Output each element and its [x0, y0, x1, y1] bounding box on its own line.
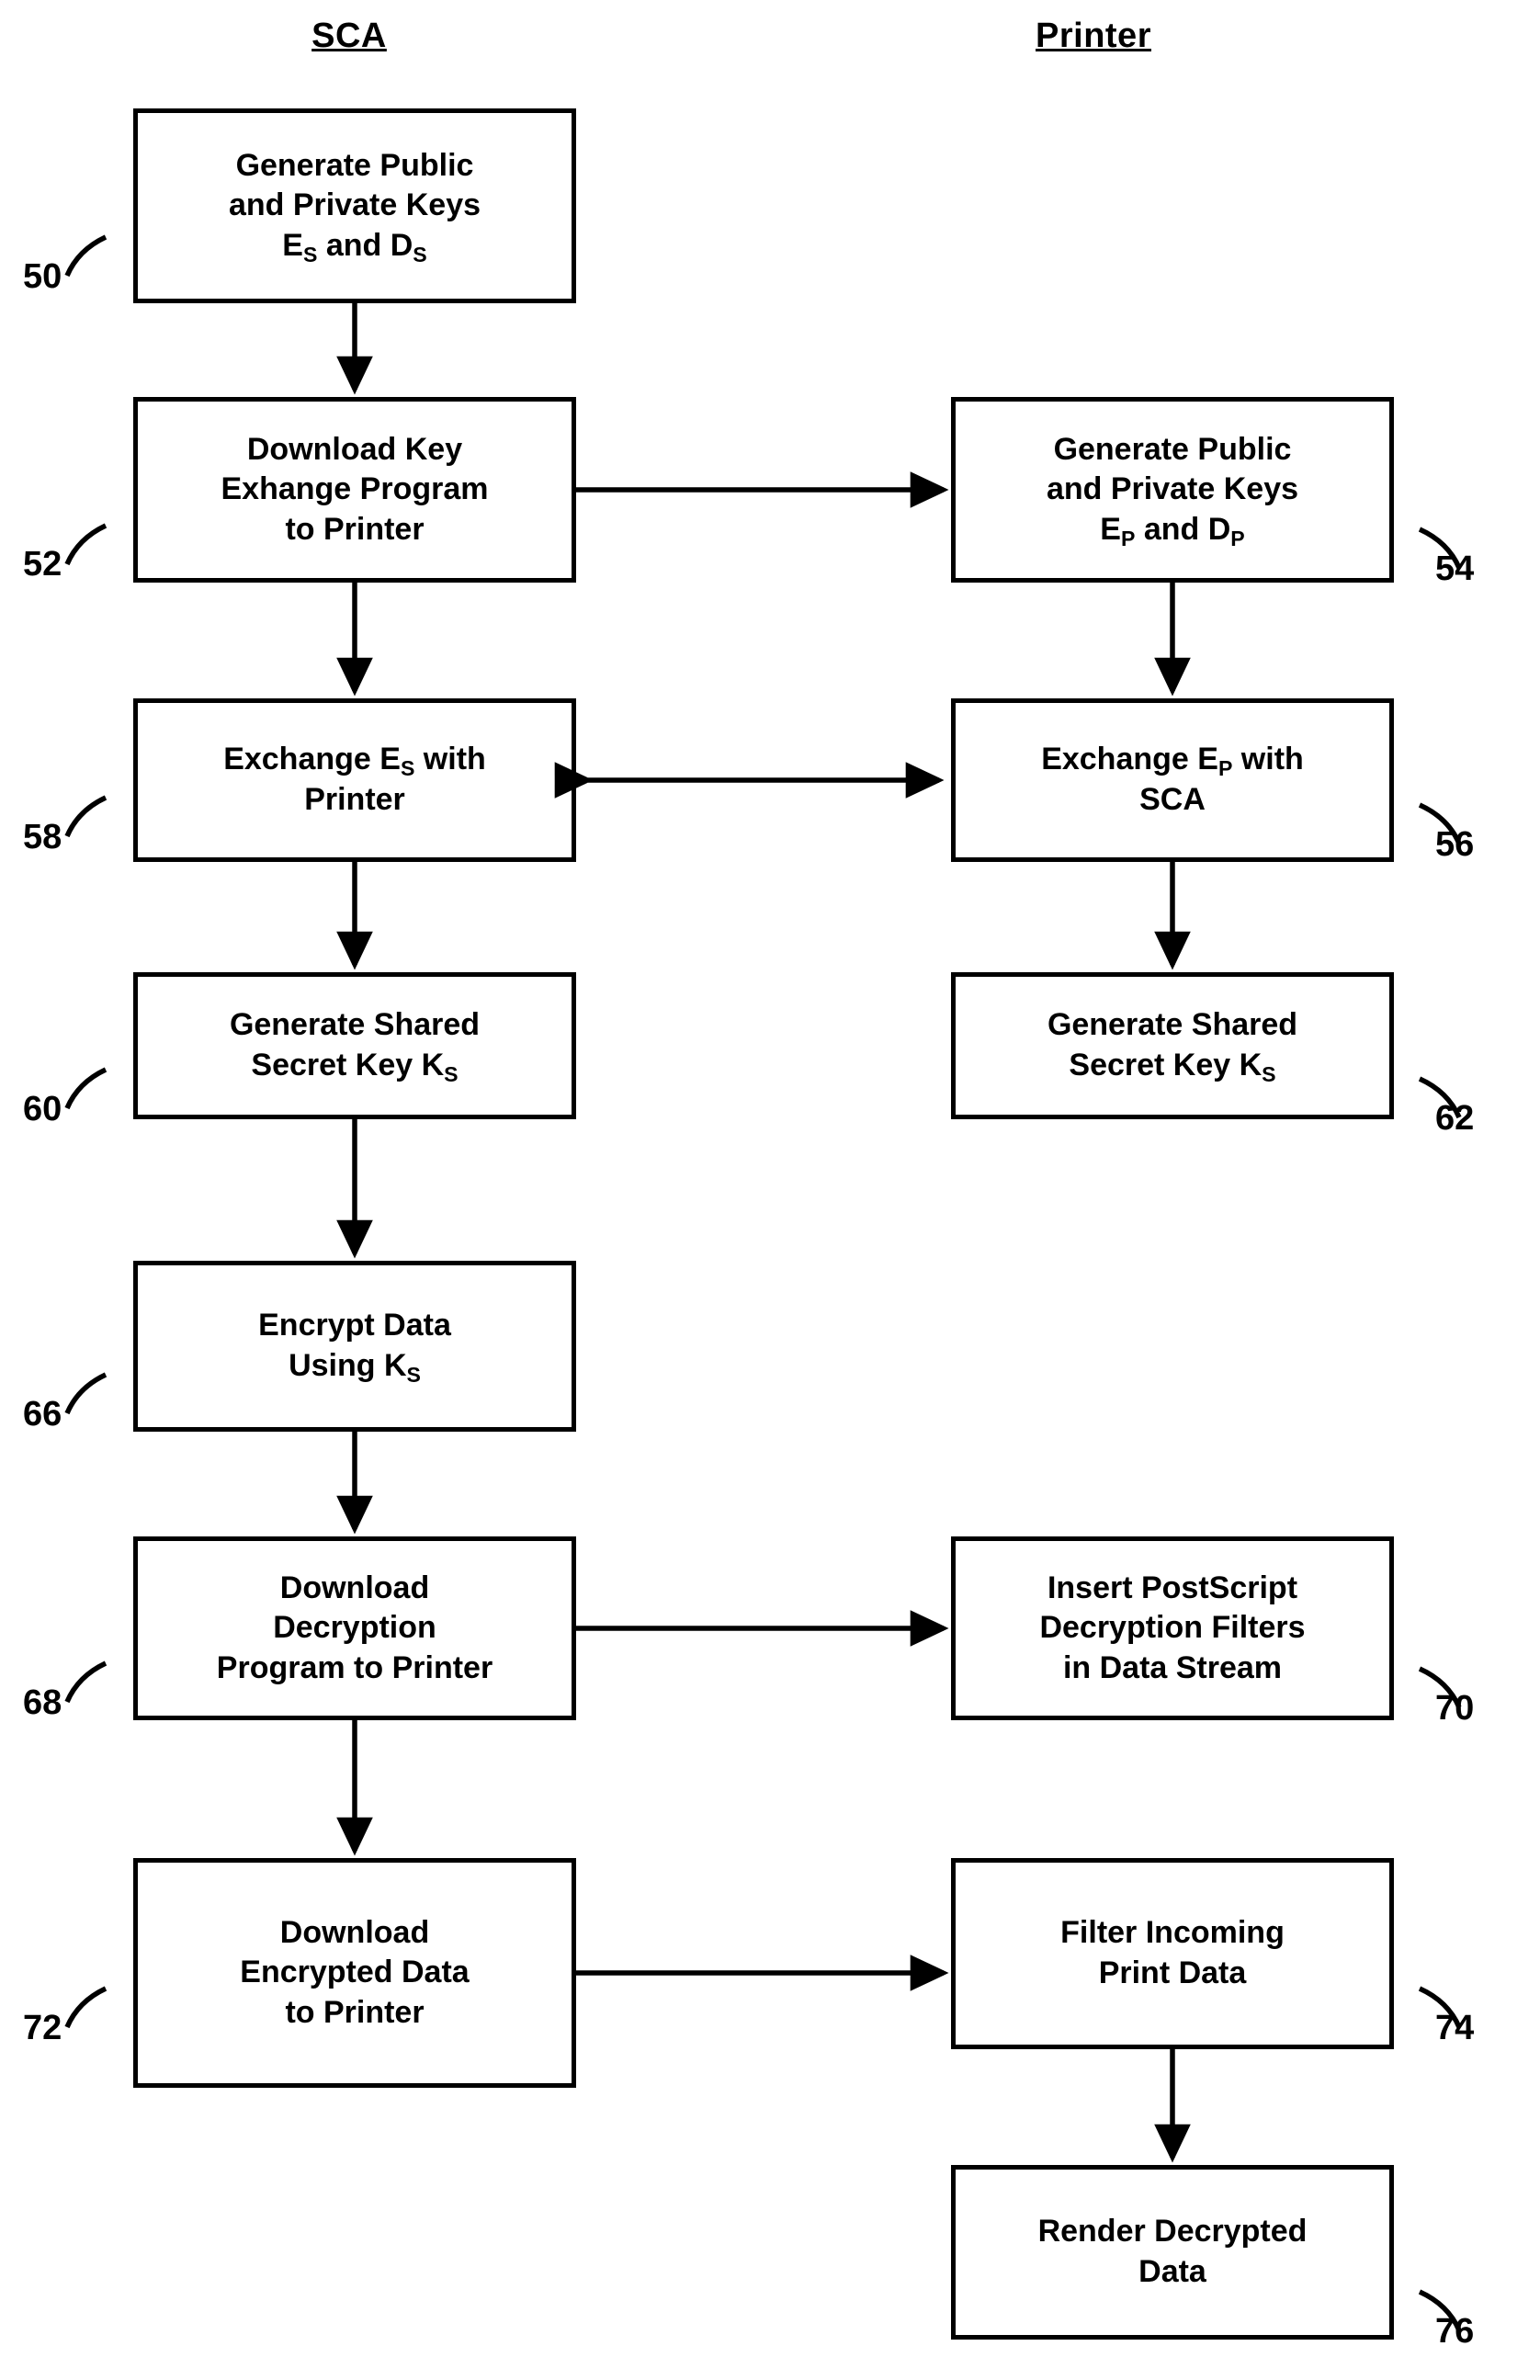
ref-label-52: 52 — [23, 545, 62, 584]
ref-label-66: 66 — [23, 1395, 62, 1434]
node-60: Generate Shared Secret Key KS — [133, 972, 576, 1119]
ref-label-70: 70 — [1435, 1689, 1475, 1728]
ref-label-76: 76 — [1435, 2312, 1475, 2351]
node-66: Encrypt Data Using KS — [133, 1261, 576, 1432]
ref-label-50: 50 — [23, 257, 62, 296]
node-76: Render Decrypted Data — [951, 2165, 1394, 2340]
node-58: Exchange ES with Printer — [133, 698, 576, 862]
node-74: Filter Incoming Print Data — [951, 1858, 1394, 2049]
ref-label-58: 58 — [23, 818, 62, 856]
column-header-printer: Printer — [1036, 17, 1151, 55]
node-68: Download Decryption Program to Printer — [133, 1536, 576, 1720]
ref-label-54: 54 — [1435, 550, 1475, 588]
ref-label-72: 72 — [23, 2009, 62, 2047]
node-62: Generate Shared Secret Key KS — [951, 972, 1394, 1119]
ref-label-68: 68 — [23, 1683, 62, 1722]
node-52: Download Key Exhange Program to Printer — [133, 397, 576, 583]
flowchart-diagram: SCA Printer Generate Public and Private K… — [0, 0, 1540, 2380]
column-header-sca: SCA — [311, 17, 387, 55]
node-50: Generate Public and Private Keys ES and DS — [133, 108, 576, 303]
ref-label-60: 60 — [23, 1090, 62, 1128]
ref-label-56: 56 — [1435, 825, 1475, 864]
node-72: Download Encrypted Data to Printer — [133, 1858, 576, 2088]
node-56: Exchange EP with SCA — [951, 698, 1394, 862]
ref-label-74: 74 — [1435, 2009, 1475, 2047]
node-70: Insert PostScript Decryption Filters in Da… — [951, 1536, 1394, 1720]
node-54: Generate Public and Private Keys EP and DP — [951, 397, 1394, 583]
ref-label-62: 62 — [1435, 1099, 1475, 1138]
